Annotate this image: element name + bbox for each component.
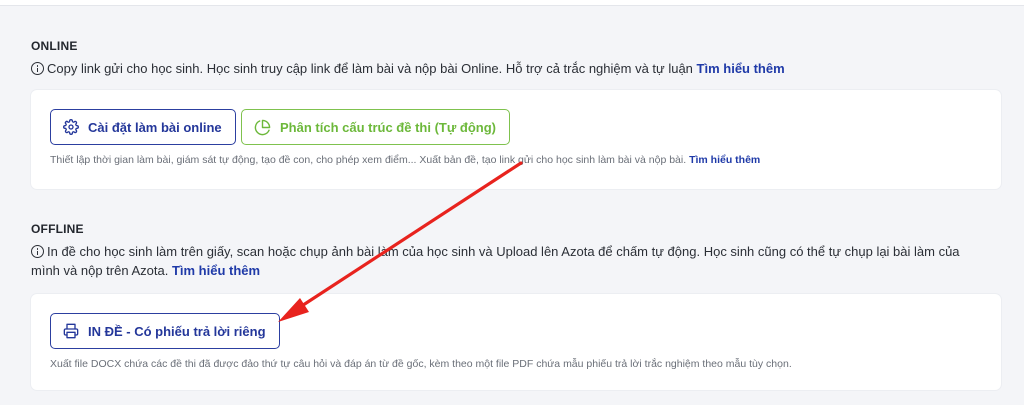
online-settings-button[interactable]: Cài đặt làm bài online xyxy=(50,109,236,145)
offline-section-title: OFFLINE xyxy=(31,222,84,236)
online-description-text: Copy link gửi cho học sinh. Học sinh tru… xyxy=(47,61,693,76)
online-description: Copy link gửi cho học sinh. Học sinh tru… xyxy=(31,59,1006,78)
offline-card: IN ĐỀ - Có phiếu trả lời riêng Xuất file… xyxy=(31,294,1001,390)
print-exam-button[interactable]: IN ĐỀ - Có phiếu trả lời riêng xyxy=(50,313,280,349)
offline-description-line2: mình và nộp trên Azota. xyxy=(31,263,169,278)
online-card-note: Thiết lập thời gian làm bài, giám sát tự… xyxy=(50,154,760,166)
offline-learn-more-link[interactable]: Tìm hiểu thêm xyxy=(172,263,260,278)
analyze-structure-label: Phân tích cấu trúc đề thi (Tự động) xyxy=(280,119,496,135)
offline-description-line1: In đề cho học sinh làm trên giấy, scan h… xyxy=(47,244,960,259)
analyze-structure-button[interactable]: Phân tích cấu trúc đề thi (Tự động) xyxy=(241,109,510,145)
top-divider xyxy=(0,0,1024,6)
online-settings-label: Cài đặt làm bài online xyxy=(88,119,222,135)
gear-icon xyxy=(63,119,79,135)
print-exam-label: IN ĐỀ - Có phiếu trả lời riêng xyxy=(88,323,266,339)
printer-icon xyxy=(63,323,79,339)
online-card-learn-more-link[interactable]: Tìm hiểu thêm xyxy=(689,154,760,166)
online-card: Cài đặt làm bài online Phân tích cấu trú… xyxy=(31,90,1001,189)
online-section-title: ONLINE xyxy=(31,39,78,53)
online-learn-more-link[interactable]: Tìm hiểu thêm xyxy=(697,61,785,76)
info-circle-icon xyxy=(31,62,44,75)
offline-description: In đề cho học sinh làm trên giấy, scan h… xyxy=(31,242,1006,280)
info-circle-icon xyxy=(31,245,44,258)
pie-chart-icon xyxy=(254,119,271,135)
online-card-note-text: Thiết lập thời gian làm bài, giám sát tự… xyxy=(50,154,687,166)
offline-card-note: Xuất file DOCX chứa các đề thi đã được đ… xyxy=(50,358,792,370)
